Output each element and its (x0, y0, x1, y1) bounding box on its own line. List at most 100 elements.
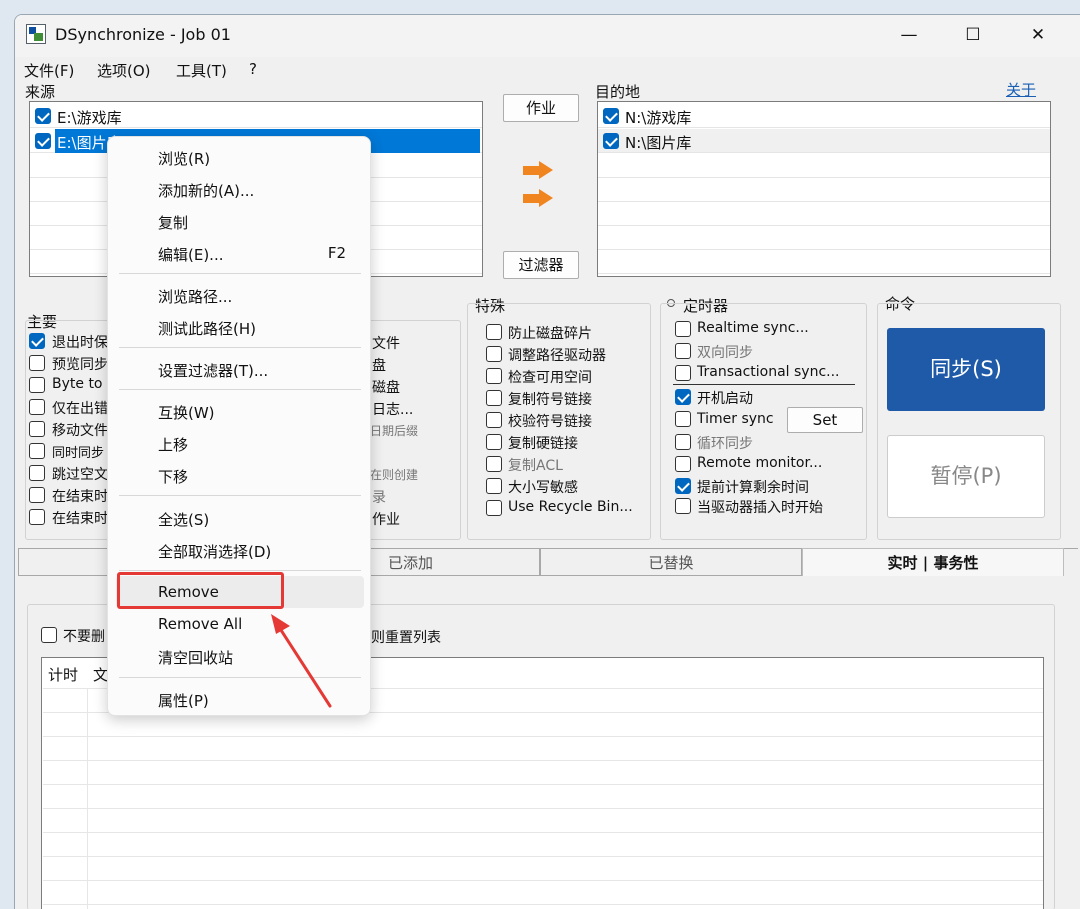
menu-item-move-down[interactable]: 下移 (116, 459, 364, 491)
menu-item-label: 添加新的(A)... (158, 182, 255, 200)
menu-item-deselect-all[interactable]: 全部取消选择(D) (116, 534, 364, 566)
menu-item-set-filter[interactable]: 设置过滤器(T)... (116, 353, 364, 385)
main-option-label: 移动文件 (52, 423, 108, 439)
grid-line (43, 880, 1043, 881)
filter-button[interactable]: 过滤器 (503, 251, 579, 279)
grid-line (43, 856, 1043, 857)
menu-item-copy[interactable]: 复制 (116, 205, 364, 237)
timer-option-checkbox[interactable] (675, 498, 691, 514)
timer-option-checkbox[interactable] (675, 343, 691, 359)
about-link[interactable]: 关于 (1006, 79, 1036, 100)
menu-item-label: 浏览(R) (158, 150, 211, 168)
source-row-checkbox[interactable] (35, 108, 51, 124)
timer-option-checkbox[interactable] (675, 365, 691, 381)
menu-item-label: 全选(S) (158, 511, 210, 529)
menu-item-edit[interactable]: 编辑(E)... F2 (116, 237, 364, 269)
special-option-checkbox[interactable] (486, 500, 502, 516)
main-option-checkbox[interactable] (29, 509, 45, 525)
main-option-label: 同时同步 (52, 446, 105, 461)
main-col2-text: 作业 (372, 512, 400, 528)
menu-item-move-up[interactable]: 上移 (116, 427, 364, 459)
job-button[interactable]: 作业 (503, 94, 579, 122)
main-option-checkbox[interactable] (29, 421, 45, 437)
main-col2-text: 文件 (372, 336, 400, 352)
maximize-button[interactable]: ☐ (943, 15, 1003, 55)
sync-button[interactable]: 同步(S) (887, 328, 1045, 411)
source-label: 来源 (25, 83, 56, 101)
menu-item-browse-path[interactable]: 浏览路径... (116, 279, 364, 311)
timer-option-checkbox[interactable] (675, 478, 691, 494)
menu-item-label: 上移 (158, 436, 189, 454)
menu-item-label: 清空回收站 (158, 649, 234, 667)
timer-option-checkbox[interactable] (675, 456, 691, 472)
column-header-time[interactable]: 计时 (48, 664, 78, 685)
main-option-checkbox[interactable] (29, 487, 45, 503)
menu-separator (119, 389, 361, 390)
special-option-checkbox[interactable] (486, 456, 502, 472)
timer-option-label: 循环同步 (697, 436, 753, 452)
menu-separator (119, 677, 361, 678)
menu-item-browse[interactable]: 浏览(R) (116, 141, 364, 173)
main-option-checkbox[interactable] (29, 443, 45, 459)
special-option-label: 复制符号链接 (508, 392, 592, 408)
menu-item-swap[interactable]: 互换(W) (116, 395, 364, 427)
special-option-checkbox[interactable] (486, 390, 502, 406)
timer-option-checkbox[interactable] (675, 321, 691, 337)
special-option-checkbox[interactable] (486, 346, 502, 362)
menu-item-properties[interactable]: 属性(P) (116, 683, 364, 715)
main-option-checkbox[interactable] (29, 465, 45, 481)
dont-delete-label: 不要删 (63, 629, 105, 645)
special-option-checkbox[interactable] (486, 434, 502, 450)
main-col2-text: 日期后缀 (370, 424, 419, 438)
menu-item-test-path[interactable]: 测试此路径(H) (116, 311, 364, 343)
menu-separator (119, 273, 361, 274)
minimize-button[interactable]: — (879, 15, 939, 55)
timer-option-label: Timer sync (697, 411, 774, 427)
timer-set-button[interactable]: Set (787, 407, 863, 433)
timer-option-checkbox[interactable] (675, 411, 691, 427)
close-button[interactable]: ✕ (1008, 15, 1068, 55)
main-option-checkbox[interactable] (29, 355, 45, 371)
menu-item-label: Remove All (158, 615, 243, 633)
special-option-checkbox[interactable] (486, 324, 502, 340)
menu-item-shortcut: F2 (327, 244, 346, 262)
menu-file[interactable]: 文件(F) (24, 60, 74, 81)
main-option-checkbox[interactable] (29, 333, 45, 349)
destination-empty-row (598, 154, 1050, 178)
timer-option-checkbox[interactable] (675, 434, 691, 450)
timer-option-checkbox[interactable] (675, 389, 691, 405)
menu-item-add-new[interactable]: 添加新的(A)... (116, 173, 364, 205)
menu-item-label: 互换(W) (158, 404, 215, 422)
source-row-checkbox[interactable] (35, 133, 51, 149)
title-bar: DSynchronize - Job 01 — ☐ ✕ (15, 15, 1080, 57)
menu-item-empty-recycle-bin[interactable]: 清空回收站 (116, 640, 364, 672)
column-header-file[interactable]: 文 (93, 664, 108, 685)
destination-row[interactable]: N:\游戏库 (598, 104, 1050, 128)
menu-item-select-all[interactable]: 全选(S) (116, 502, 364, 534)
destination-empty-row (598, 202, 1050, 226)
menu-separator (119, 347, 361, 348)
tab-replaced[interactable]: 已替换 (540, 548, 802, 576)
special-option-checkbox[interactable] (486, 478, 502, 494)
special-option-checkbox[interactable] (486, 412, 502, 428)
menu-help[interactable]: ? (249, 60, 257, 78)
window-title: DSynchronize - Job 01 (55, 25, 231, 44)
timer-option-label: Transactional sync... (697, 364, 840, 380)
tab-realtime-transactional[interactable]: 实时 | 事务性 (802, 548, 1064, 576)
destination-row-checkbox[interactable] (603, 133, 619, 149)
destination-row-checkbox[interactable] (603, 108, 619, 124)
dont-delete-checkbox[interactable] (41, 627, 57, 643)
reset-list-label: 则重置列表 (371, 630, 441, 646)
menu-options[interactable]: 选项(O) (97, 60, 151, 81)
menu-tools[interactable]: 工具(T) (176, 60, 227, 81)
main-option-checkbox[interactable] (29, 399, 45, 415)
pause-button[interactable]: 暂停(P) (887, 435, 1045, 518)
special-option-checkbox[interactable] (486, 368, 502, 384)
destination-row[interactable]: N:\图片库 (598, 129, 1050, 153)
destination-list[interactable]: N:\游戏库 N:\图片库 (597, 101, 1051, 277)
app-icon (26, 24, 46, 44)
source-row[interactable]: E:\游戏库 (30, 104, 482, 128)
main-option-checkbox[interactable] (29, 377, 45, 393)
destination-empty-row (598, 250, 1050, 274)
menu-item-remove-all[interactable]: Remove All (116, 608, 364, 640)
